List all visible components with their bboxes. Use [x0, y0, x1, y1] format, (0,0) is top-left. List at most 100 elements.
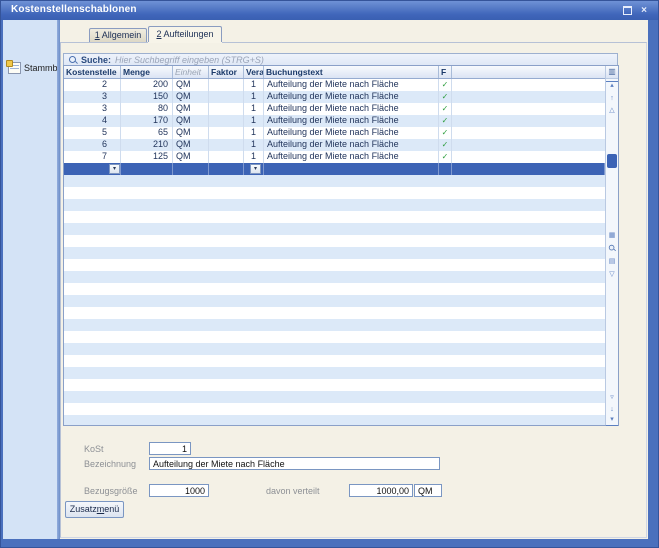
empty-row[interactable]	[64, 271, 605, 283]
empty-row[interactable]	[64, 211, 605, 223]
cell-buchungstext[interactable]: Aufteilung der Miete nach Fläche	[264, 91, 439, 103]
cell-faktor[interactable]	[209, 151, 244, 163]
vera-dropdown-icon[interactable]: ▾	[250, 164, 261, 174]
restore-icon[interactable]	[621, 5, 633, 16]
column-header-vera[interactable]: Vera	[244, 66, 264, 78]
empty-row[interactable]	[64, 343, 605, 355]
cell-faktor[interactable]	[209, 91, 244, 103]
empty-row[interactable]	[64, 223, 605, 235]
cell-einheit[interactable]	[173, 163, 209, 175]
empty-row[interactable]	[64, 235, 605, 247]
table-row[interactable]: 4170QM1Aufteilung der Miete nach Fläche✓	[64, 115, 605, 127]
empty-row[interactable]	[64, 367, 605, 379]
cell-einheit[interactable]: QM	[173, 151, 209, 163]
cell-f[interactable]: ✓	[439, 139, 452, 151]
new-row-selected[interactable]: ▾▾	[64, 163, 605, 175]
empty-row[interactable]	[64, 295, 605, 307]
table-row[interactable]: 2200QM1Aufteilung der Miete nach Fläche✓	[64, 79, 605, 91]
cell-faktor[interactable]	[209, 79, 244, 91]
column-header-menge[interactable]: Menge	[121, 66, 173, 78]
zusatzmenu-button[interactable]: Zusatzmenü	[65, 501, 124, 518]
column-header-faktor[interactable]: Faktor	[209, 66, 244, 78]
cell-f[interactable]: ✓	[439, 91, 452, 103]
cell-menge[interactable]: 150	[121, 91, 173, 103]
table-row[interactable]: 565QM1Aufteilung der Miete nach Fläche✓	[64, 127, 605, 139]
cell-menge[interactable]: 210	[121, 139, 173, 151]
empty-row[interactable]	[64, 283, 605, 295]
cell-kostenstelle[interactable]: 3	[64, 103, 121, 115]
table-row[interactable]: 380QM 1Aufteilung der Miete nach Fläche✓	[64, 103, 605, 115]
empty-row[interactable]	[64, 259, 605, 271]
cell-einheit[interactable]: QM	[173, 103, 209, 115]
cell-einheit[interactable]: QM	[173, 91, 209, 103]
cell-faktor[interactable]	[209, 103, 244, 115]
bezugsgroesse-field[interactable]	[149, 484, 209, 497]
tab-allgemein[interactable]: 1 Allgemein	[89, 28, 147, 42]
empty-row[interactable]	[64, 199, 605, 211]
bezeichnung-field[interactable]	[149, 457, 440, 470]
column-chooser-icon[interactable]: ▥	[606, 66, 618, 79]
cell-kostenstelle[interactable]: 7	[64, 151, 121, 163]
kost-field[interactable]	[149, 442, 191, 455]
cell-vera[interactable]: 1	[244, 151, 264, 163]
empty-row[interactable]	[64, 247, 605, 259]
empty-row[interactable]	[64, 391, 605, 403]
row-down-icon[interactable]: ▿	[606, 392, 618, 403]
cell-f[interactable]	[439, 163, 452, 175]
column-header-buchungstext[interactable]: Buchungstext	[264, 66, 439, 78]
empty-row[interactable]	[64, 415, 605, 425]
cell-vera[interactable]: 1	[244, 79, 264, 91]
cell-menge[interactable]: 65	[121, 127, 173, 139]
cell-f[interactable]: ✓	[439, 79, 452, 91]
column-header-f[interactable]: F	[439, 66, 452, 78]
cell-menge[interactable]: 125	[121, 151, 173, 163]
cell-faktor[interactable]	[209, 115, 244, 127]
cell-einheit[interactable]: QM	[173, 115, 209, 127]
row-up-icon[interactable]: △	[606, 105, 618, 116]
empty-row[interactable]	[64, 187, 605, 199]
empty-row[interactable]	[64, 355, 605, 367]
cell-kostenstelle[interactable]: 4	[64, 115, 121, 127]
grid-scrollbar[interactable]: ▥ ▴ ↑ △ ▦ ▤ ▽ ▿ ↓ ▾	[605, 66, 618, 425]
page-down-icon[interactable]: ↓	[606, 404, 618, 415]
close-icon[interactable]: ×	[638, 5, 650, 16]
table-row[interactable]: 7125QM1Aufteilung der Miete nach Fläche✓	[64, 151, 605, 163]
davon-verteilt-field[interactable]	[349, 484, 413, 497]
filter-icon[interactable]: ▽	[606, 269, 618, 280]
cell-kostenstelle[interactable]: 6	[64, 139, 121, 151]
cell-menge[interactable]	[121, 163, 173, 175]
grid-view-icon[interactable]: ▦	[606, 230, 618, 241]
cell-f[interactable]: ✓	[439, 115, 452, 127]
cell-faktor[interactable]	[209, 163, 244, 175]
einheit-field[interactable]	[414, 484, 442, 497]
cell-buchungstext[interactable]: Aufteilung der Miete nach Fläche	[264, 79, 439, 91]
cell-menge[interactable]: 200	[121, 79, 173, 91]
cell-buchungstext[interactable]: Aufteilung der Miete nach Fläche	[264, 115, 439, 127]
cell-vera[interactable]: 1	[244, 127, 264, 139]
cell-kostenstelle[interactable]: 2	[64, 79, 121, 91]
scroll-to-top-icon[interactable]: ▴	[606, 81, 618, 91]
cell-vera[interactable]: 1	[244, 103, 264, 115]
cell-buchungstext[interactable]: Aufteilung der Miete nach Fläche	[264, 127, 439, 139]
cell-f[interactable]: ✓	[439, 151, 452, 163]
tab-aufteilungen[interactable]: 2 Aufteilungen	[148, 26, 222, 42]
cell-vera[interactable]: 1	[244, 91, 264, 103]
empty-row[interactable]	[64, 307, 605, 319]
cell-vera[interactable]: 1	[244, 115, 264, 127]
cell-f[interactable]: ✓	[439, 103, 452, 115]
cell-buchungstext[interactable]: Aufteilung der Miete nach Fläche	[264, 139, 439, 151]
column-header-kostenstelle[interactable]: Kostenstelle	[64, 66, 121, 78]
table-row[interactable]: 3150QM1Aufteilung der Miete nach Fläche✓	[64, 91, 605, 103]
empty-row[interactable]	[64, 403, 605, 415]
empty-row[interactable]	[64, 319, 605, 331]
row-select-icon[interactable]: ▤	[606, 256, 618, 267]
cell-menge[interactable]: 80	[121, 103, 173, 115]
cell-einheit[interactable]: QM	[173, 127, 209, 139]
scroll-to-bottom-icon[interactable]: ▾	[606, 415, 618, 426]
scroll-thumb[interactable]	[607, 154, 617, 168]
page-up-icon[interactable]: ↑	[606, 93, 618, 104]
kostenstelle-dropdown-icon[interactable]: ▾	[109, 164, 120, 174]
empty-row[interactable]	[64, 331, 605, 343]
empty-row[interactable]	[64, 175, 605, 187]
cell-buchungstext[interactable]: Aufteilung der Miete nach Fläche	[264, 103, 439, 115]
